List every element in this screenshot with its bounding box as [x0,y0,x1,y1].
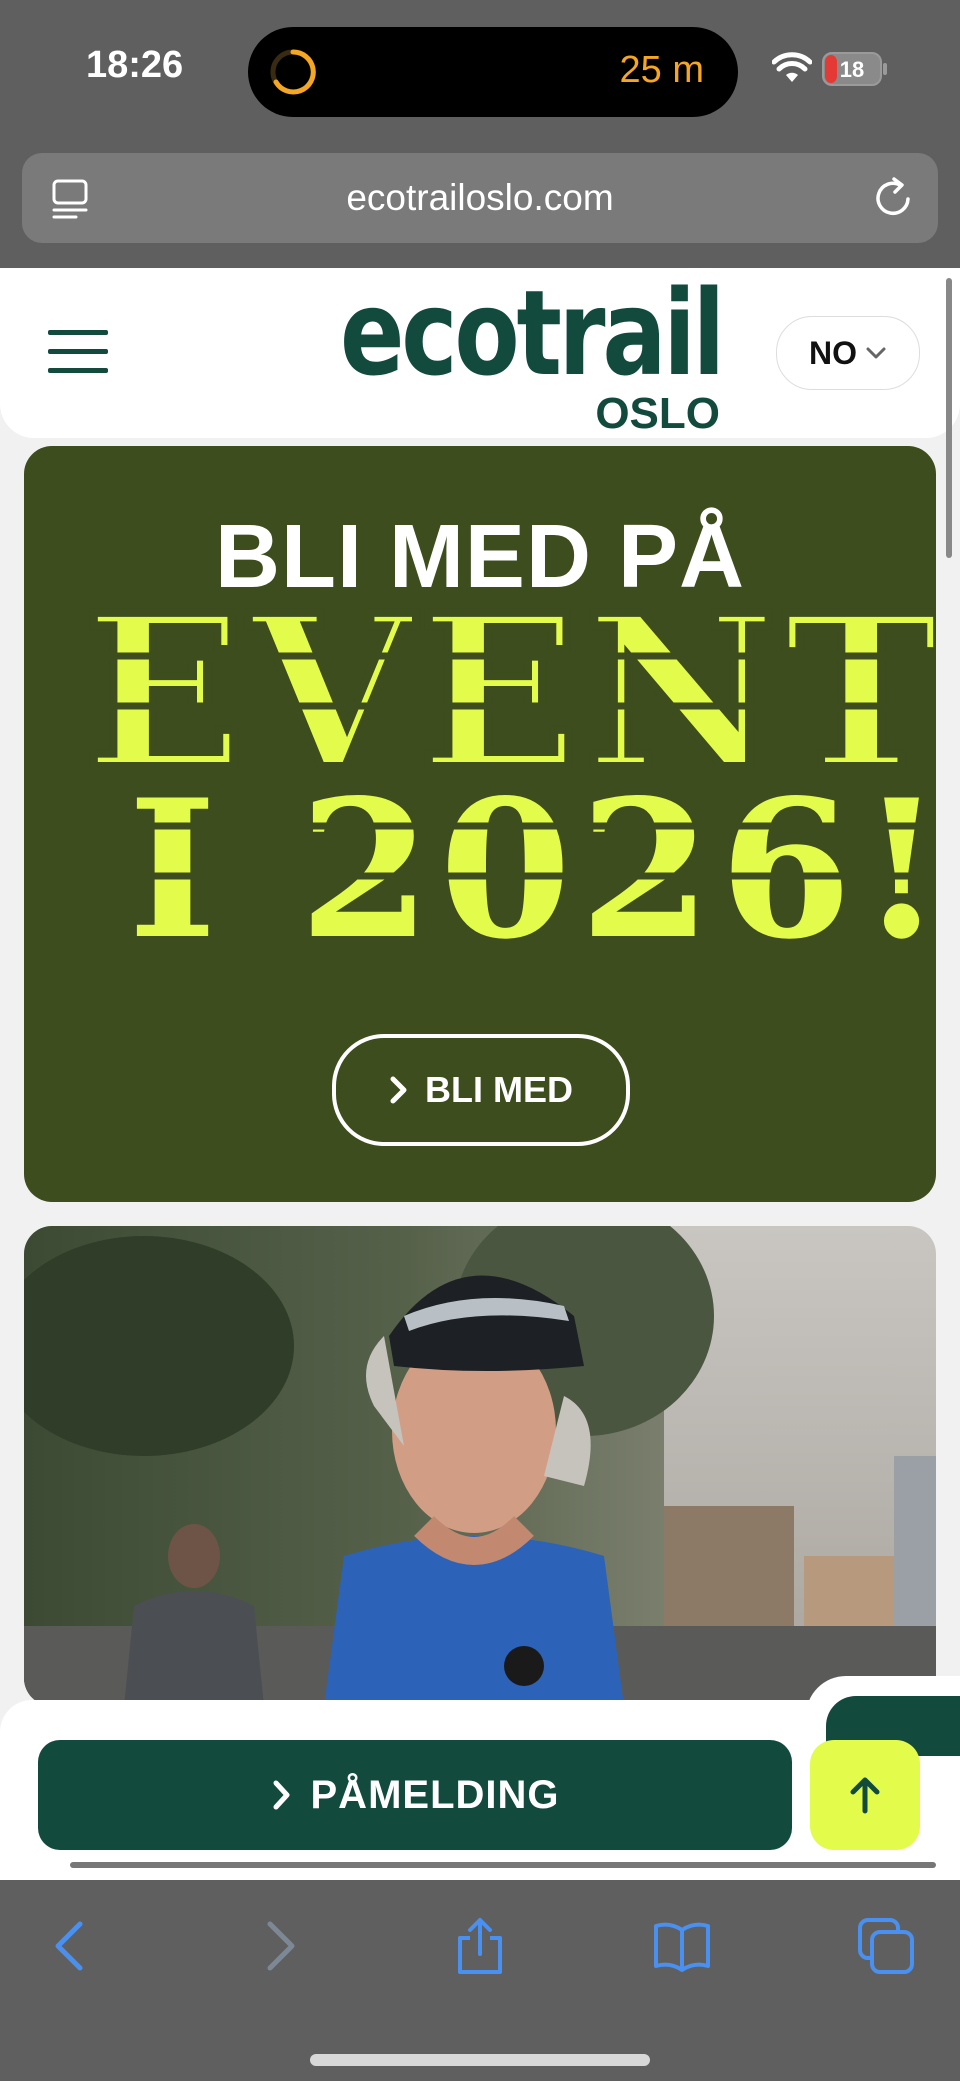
hero-line-3: I 2026! [128,758,936,956]
horizontal-scrollbar[interactable] [70,1862,936,1868]
registration-button[interactable]: PÅMELDING [38,1740,792,1850]
browser-toolbar [0,1880,960,2081]
timer-ring-icon [270,49,316,95]
logo-main-text: ecotrail [340,278,722,402]
chevron-right-icon [273,1780,289,1810]
registration-button-label: PÅMELDING [310,1772,560,1817]
clock: 18:26 [86,44,184,86]
hero-line-1: BLI MED PÅ [214,507,745,607]
arrow-up-icon [850,1777,880,1814]
activity-minutes: 25 m [619,49,704,91]
hamburger-menu-icon[interactable] [48,330,108,378]
runner-photo [24,1226,936,1706]
language-label: NO [809,334,857,371]
ecotrail-logo[interactable]: ecotrail OSLO [336,278,726,438]
join-button[interactable]: BLI MED [332,1034,630,1146]
hero-banner: BLI MED PÅ EVENTYR I 2026! BLI MED [24,446,936,1202]
wifi-icon [772,52,812,82]
logo-sub-text: OSLO [595,389,720,438]
forward-icon[interactable] [248,1916,308,1976]
home-indicator[interactable] [310,2054,650,2066]
web-page: ecotrail OSLO NO BLI MED PÅ EVENTYR I 20… [0,268,960,1880]
site-header: ecotrail OSLO NO [0,268,960,438]
join-button-label: BLI MED [425,1069,573,1110]
url-text[interactable]: ecotrailoslo.com [22,177,938,219]
language-selector[interactable]: NO [776,316,920,390]
sticky-action-bar: PÅMELDING [0,1676,960,1880]
battery-icon: 18 [822,52,887,86]
tabs-icon[interactable] [856,1916,916,1976]
scroll-to-top-button[interactable] [810,1740,920,1850]
dynamic-island: 25 m [248,27,738,117]
hero-headline-art: EVENTYR I 2026! [24,596,936,956]
chevron-down-icon [866,347,886,359]
back-icon[interactable] [42,1916,102,1976]
chevron-right-icon [390,1076,407,1104]
page-scrollbar-thumb[interactable] [946,278,952,558]
share-icon[interactable] [450,1916,510,1976]
battery-level: 18 [840,57,864,82]
address-bar[interactable]: ecotrailoslo.com [22,153,938,243]
reload-icon[interactable] [870,175,916,221]
status-bar: 18:26 25 m 18 [0,0,960,140]
bookmarks-icon[interactable] [652,1916,712,1976]
